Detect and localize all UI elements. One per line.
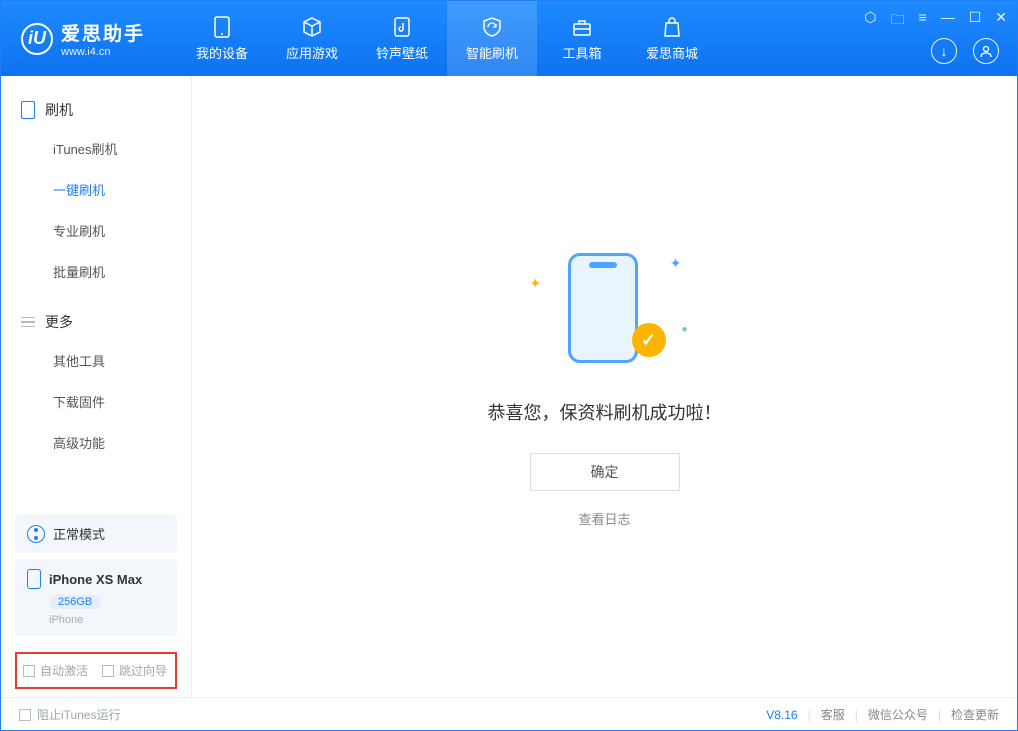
checkbox-block-itunes[interactable]: 阻止iTunes运行 [19,706,121,723]
logo: iU 爱思助手 www.i4.cn [1,19,165,58]
sidebar-item-itunes-flash[interactable]: iTunes刷机 [1,128,191,169]
maximize-button[interactable]: ☐ [969,9,982,33]
bag-icon [660,15,684,39]
device-storage: 256GB [49,595,101,609]
sparkle-icon: ✦ [530,275,542,292]
checkbox-icon [19,709,31,721]
close-button[interactable]: ✕ [995,9,1007,33]
nav-toolbox[interactable]: 工具箱 [537,1,627,76]
nav-flash[interactable]: 智能刷机 [447,1,537,76]
refresh-shield-icon [480,15,504,39]
window-controls: ⬡ 🗀 ≡ — ☐ ✕ [864,9,1007,33]
view-log-link[interactable]: 查看日志 [578,509,630,528]
sidebar-section-flash: 刷机 [1,92,191,128]
checkbox-icon [102,665,114,677]
cube-icon [300,15,324,39]
main-content: ✦ ✦ ● ✓ 恭喜您，保资料刷机成功啦！ 确定 查看日志 [192,76,1017,697]
phone-icon [21,101,35,119]
support-link[interactable]: 客服 [821,706,845,723]
minimize-button[interactable]: — [941,9,955,33]
download-button[interactable]: ↓ [931,38,957,64]
options-row: 自动激活 跳过向导 [15,652,177,689]
success-illustration: ✦ ✦ ● ✓ [550,245,660,375]
check-icon: ✓ [632,323,666,357]
music-file-icon [390,15,414,39]
nav-my-device[interactable]: 我的设备 [177,1,267,76]
sidebar-item-advanced[interactable]: 高级功能 [1,422,191,463]
nav-ringtone[interactable]: 铃声壁纸 [357,1,447,76]
sidebar: 刷机 iTunes刷机 一键刷机 专业刷机 批量刷机 更多 其他工具 下载固件 … [1,76,192,697]
checkbox-skip-guide[interactable]: 跳过向导 [102,662,167,679]
menu-icon[interactable]: ≡ [919,9,927,33]
sidebar-item-other-tools[interactable]: 其他工具 [1,340,191,381]
mode-label: 正常模式 [53,524,105,543]
device-type: iPhone [49,614,165,626]
sidebar-item-oneclick-flash[interactable]: 一键刷机 [1,169,191,210]
lock-icon[interactable]: 🗀 [891,9,905,33]
app-url: www.i4.cn [61,46,145,58]
device-icon [210,15,234,39]
sparkle-icon: ● [681,324,687,335]
logo-icon: iU [21,23,53,55]
ok-button[interactable]: 确定 [530,453,680,491]
list-icon [21,313,35,331]
checkbox-icon [23,665,35,677]
phone-illustration-icon [568,253,638,363]
sparkle-icon: ✦ [670,255,682,272]
sidebar-item-pro-flash[interactable]: 专业刷机 [1,210,191,251]
shirt-icon[interactable]: ⬡ [864,9,876,33]
toolbox-icon [570,15,594,39]
nav-store[interactable]: 爱思商城 [627,1,717,76]
sidebar-item-download-firmware[interactable]: 下载固件 [1,381,191,422]
header: iU 爱思助手 www.i4.cn 我的设备 应用游戏 铃声壁纸 智能刷机 工具… [1,1,1017,76]
user-button[interactable] [973,38,999,64]
sidebar-item-batch-flash[interactable]: 批量刷机 [1,251,191,292]
check-update-link[interactable]: 检查更新 [951,706,999,723]
device-phone-icon [27,569,41,589]
checkbox-auto-activate[interactable]: 自动激活 [23,662,88,679]
device-box[interactable]: iPhone XS Max 256GB iPhone [15,559,177,636]
app-title: 爱思助手 [61,19,145,46]
footer: 阻止iTunes运行 V8.16 | 客服 | 微信公众号 | 检查更新 [1,697,1017,731]
device-name: iPhone XS Max [49,572,142,587]
nav-apps[interactable]: 应用游戏 [267,1,357,76]
wechat-link[interactable]: 微信公众号 [868,706,928,723]
sidebar-section-more: 更多 [1,304,191,340]
mode-icon [27,525,45,543]
mode-box[interactable]: 正常模式 [15,514,177,553]
version-label: V8.16 [766,708,797,722]
top-nav: 我的设备 应用游戏 铃声壁纸 智能刷机 工具箱 爱思商城 [177,1,717,76]
success-message: 恭喜您，保资料刷机成功啦！ [488,399,722,425]
